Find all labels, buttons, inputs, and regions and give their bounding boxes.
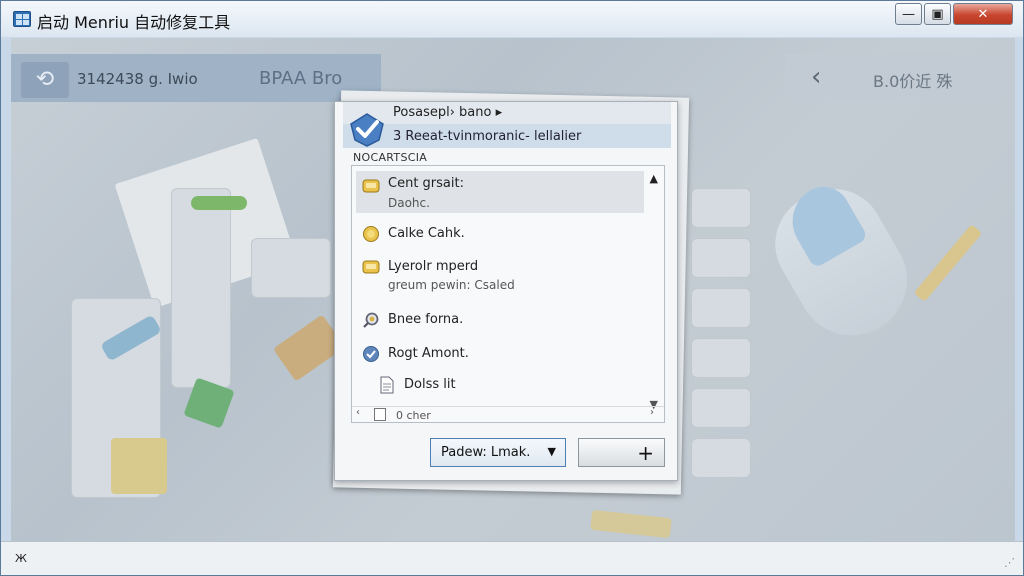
plus-icon: + bbox=[637, 441, 654, 465]
list-item[interactable]: Lyerolr mperd greum pewin: Csaled bbox=[356, 254, 644, 298]
mode-dropdown-value: Padew: Lmak. bbox=[441, 445, 531, 460]
list-item-title: Calke Cahk. bbox=[388, 226, 465, 241]
chevron-down-icon: ▼ bbox=[547, 445, 556, 458]
list-item-title: Rogt Amont. bbox=[388, 346, 469, 361]
list-partial-row: ‹ 0 cher › bbox=[352, 406, 664, 422]
section-label: NOCARTSCIA bbox=[353, 151, 428, 164]
blue-disc-icon bbox=[363, 346, 379, 362]
repair-dialog: Posasepl› bano ▸ 3 Reeat-tvinmoranic- le… bbox=[334, 101, 678, 481]
document-icon bbox=[380, 376, 394, 394]
list-item-title: Dolss lit bbox=[404, 377, 456, 392]
list-partial-item: 0 cher bbox=[396, 409, 431, 422]
document-icon bbox=[374, 408, 386, 421]
background-key bbox=[691, 238, 751, 278]
scroll-up-arrow-icon[interactable]: ▲ bbox=[650, 172, 658, 185]
background-pencil bbox=[913, 224, 983, 302]
background-clip bbox=[191, 196, 247, 210]
app-window: 启动 Menriu 自动修复工具 — ▣ ✕ ⟲ 3142438 g. Iwio bbox=[0, 0, 1024, 576]
title-bar[interactable]: 启动 Menriu 自动修复工具 — ▣ ✕ bbox=[1, 1, 1023, 37]
toolbar-right-text: B.0价近 殊 bbox=[873, 72, 953, 91]
toolbar-center-text: BPAA Bro bbox=[259, 68, 343, 89]
background-key bbox=[691, 338, 751, 378]
list-item-title: Bnee forna. bbox=[388, 312, 464, 327]
status-bar: Ж ⋰ bbox=[1, 541, 1023, 575]
sync-icon[interactable]: ⟲ bbox=[21, 62, 69, 98]
background-sticky bbox=[111, 438, 167, 494]
window-title: 启动 Menriu 自动修复工具 bbox=[37, 13, 231, 32]
status-text: Ж bbox=[15, 552, 27, 565]
scroll-left-icon[interactable]: ‹ bbox=[356, 407, 360, 418]
top-toolbar: ⟲ 3142438 g. Iwio BPAA Bro bbox=[11, 54, 381, 102]
close-button[interactable]: ✕ bbox=[953, 3, 1013, 25]
add-button[interactable]: + bbox=[578, 438, 665, 467]
list-item[interactable]: Cent grsait: Daohc. bbox=[356, 171, 644, 213]
list-item[interactable]: Calke Cahk. bbox=[356, 222, 644, 246]
maximize-button[interactable]: ▣ bbox=[924, 3, 951, 25]
app-icon bbox=[13, 11, 31, 27]
toolbar-left-text: 3142438 g. Iwio bbox=[77, 70, 198, 88]
dialog-header: Posasepl› bano ▸ bbox=[343, 102, 671, 124]
back-chevron-icon[interactable]: ‹ bbox=[811, 62, 821, 92]
repair-item-list[interactable]: Cent grsait: Daohc. Calke Cahk. Lyerolr … bbox=[351, 165, 665, 423]
drive-yellow-icon bbox=[362, 179, 380, 193]
right-toolbar: ‹ B.0价近 殊 bbox=[785, 54, 1007, 102]
background-note bbox=[590, 509, 672, 539]
scroll-right-icon[interactable]: › bbox=[650, 407, 654, 418]
dialog-subheader-text: 3 Reeat-tvinmoranic- lellalier bbox=[393, 129, 582, 144]
drive-yellow-icon bbox=[362, 260, 380, 274]
background-key bbox=[691, 438, 751, 478]
resize-grip-icon[interactable]: ⋰ bbox=[1004, 556, 1015, 569]
list-item[interactable]: Dolss lit bbox=[356, 373, 644, 397]
checkmark-shield-icon bbox=[350, 113, 384, 147]
mode-dropdown[interactable]: Padew: Lmak. ▼ bbox=[430, 438, 566, 467]
minimize-button[interactable]: — bbox=[895, 3, 922, 25]
background-keyboard bbox=[171, 188, 231, 388]
list-item[interactable]: Bnee forna. bbox=[356, 308, 644, 332]
list-item-subtitle: Daohc. bbox=[388, 196, 430, 210]
dialog-subheader: 3 Reeat-tvinmoranic- lellalier bbox=[343, 124, 671, 148]
list-item[interactable]: Rogt Amont. bbox=[356, 342, 644, 366]
background-key bbox=[691, 188, 751, 228]
background-key bbox=[691, 288, 751, 328]
list-item-title: Lyerolr mperd bbox=[388, 259, 479, 274]
dialog-header-text[interactable]: Posasepl› bano ▸ bbox=[393, 105, 502, 120]
background-key bbox=[691, 388, 751, 428]
list-item-title: Cent grsait: bbox=[388, 176, 464, 191]
coin-icon bbox=[363, 226, 379, 242]
list-item-subtitle: greum pewin: Csaled bbox=[388, 278, 515, 292]
background-key bbox=[251, 238, 331, 298]
magnifier-icon bbox=[363, 312, 379, 328]
